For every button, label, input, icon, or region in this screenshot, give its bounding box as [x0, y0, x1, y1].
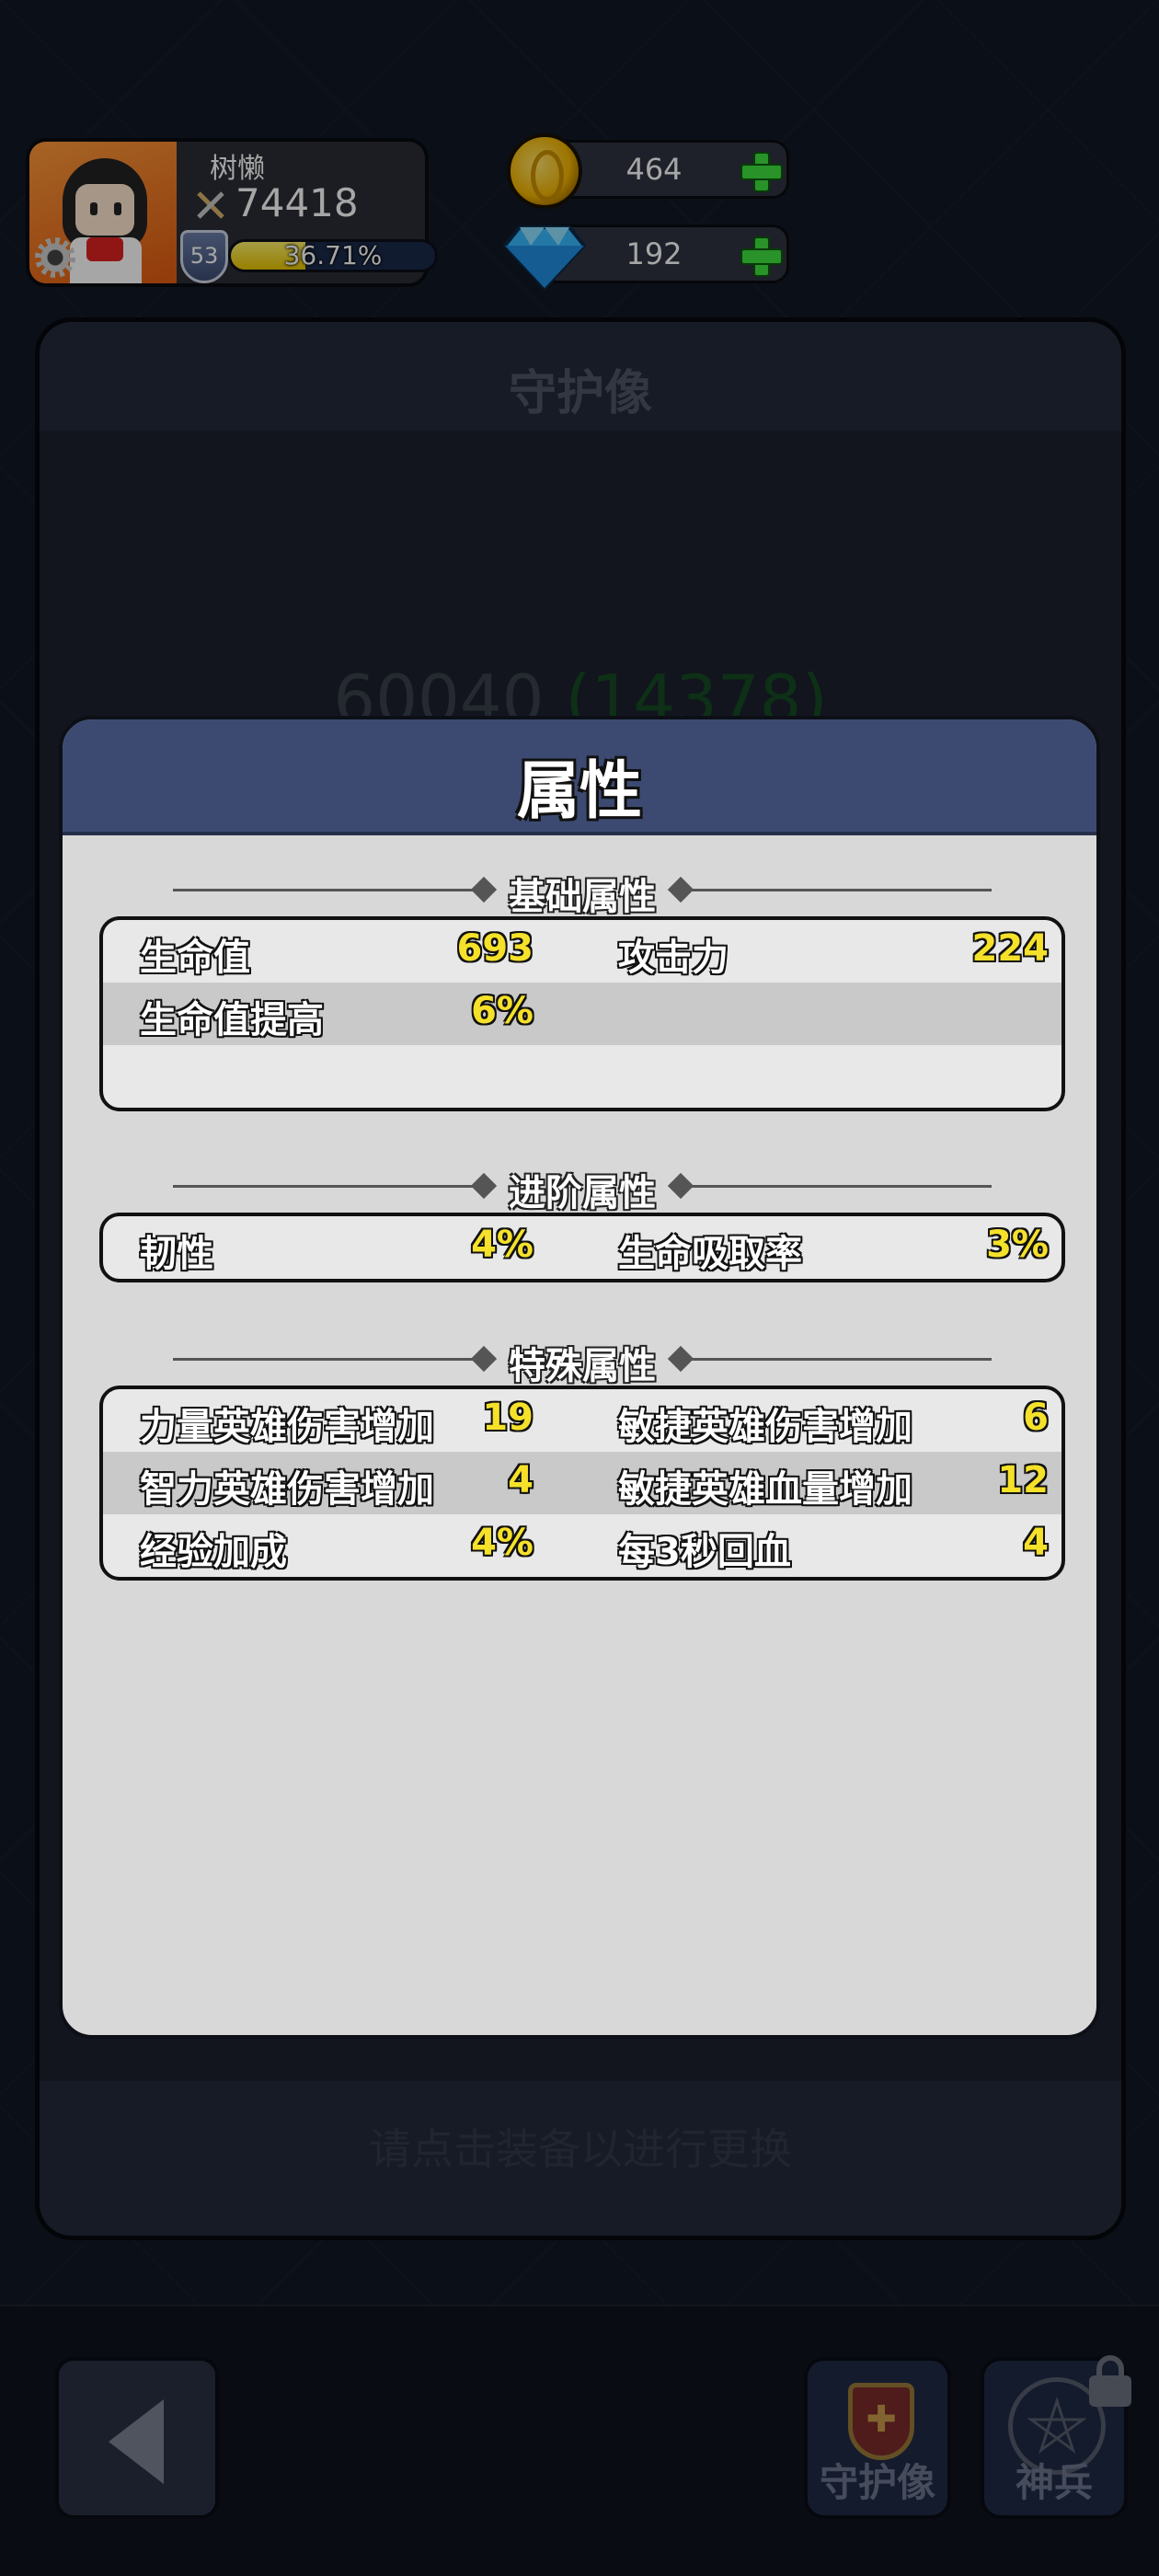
stat-value: 3% — [986, 1224, 1049, 1266]
stat-value: 19 — [482, 1397, 534, 1439]
stat-name: 生命值提高 — [140, 999, 324, 1041]
stat-value: 4% — [471, 1522, 534, 1564]
stat-row: 经验加成 4% 每3秒回血 4 — [103, 1514, 1061, 1577]
section-title-basic: 基础属性 — [173, 867, 992, 918]
stat-value: 224 — [971, 927, 1050, 970]
stat-name: 敏捷英雄伤害增加 — [618, 1406, 912, 1448]
special-stats-box: 力量英雄伤害增加 19 敏捷英雄伤害增加 6 智力英雄伤害增加 4 敏捷英雄血量… — [99, 1386, 1065, 1581]
attributes-modal: 属性 基础属性 生命值 693 攻击力 224 生命值提高 6% 进阶属性 韧性… — [59, 716, 1100, 2039]
section-title-basic-text: 基础属性 — [509, 876, 656, 918]
stat-name: 生命吸取率 — [618, 1233, 802, 1275]
stat-name: 智力英雄伤害增加 — [140, 1468, 434, 1511]
advanced-stats-box: 韧性 4% 生命吸取率 3% — [99, 1213, 1065, 1282]
stat-value: 6 — [1023, 1397, 1049, 1439]
stat-value: 12 — [997, 1459, 1049, 1501]
stat-row: 生命值 693 攻击力 224 — [103, 920, 1061, 983]
stat-value: 6% — [471, 990, 534, 1032]
stat-name: 生命值 — [140, 937, 250, 979]
stat-value: 4 — [1023, 1522, 1049, 1564]
stat-row: 智力英雄伤害增加 4 敏捷英雄血量增加 12 — [103, 1452, 1061, 1514]
stat-row: 生命值提高 6% — [103, 983, 1061, 1045]
section-title-advanced-text: 进阶属性 — [509, 1172, 656, 1214]
section-title-advanced: 进阶属性 — [173, 1163, 992, 1214]
stat-name: 每3秒回血 — [618, 1531, 791, 1573]
stat-name: 攻击力 — [618, 937, 729, 979]
stat-row: 韧性 4% 生命吸取率 3% — [103, 1216, 1061, 1279]
stat-name: 经验加成 — [140, 1531, 287, 1573]
stat-name: 力量英雄伤害增加 — [140, 1406, 434, 1448]
section-title-special-text: 特殊属性 — [509, 1345, 656, 1387]
stat-name: 韧性 — [140, 1233, 213, 1275]
stat-value: 693 — [456, 927, 534, 970]
stat-name: 敏捷英雄血量增加 — [618, 1468, 912, 1511]
stat-value: 4% — [471, 1224, 534, 1266]
stat-row: 力量英雄伤害增加 19 敏捷英雄伤害增加 6 — [103, 1389, 1061, 1452]
modal-title: 属性 — [516, 755, 642, 828]
basic-stats-box: 生命值 693 攻击力 224 生命值提高 6% — [99, 916, 1065, 1111]
stat-value: 4 — [508, 1459, 534, 1501]
section-title-special: 特殊属性 — [173, 1336, 992, 1387]
